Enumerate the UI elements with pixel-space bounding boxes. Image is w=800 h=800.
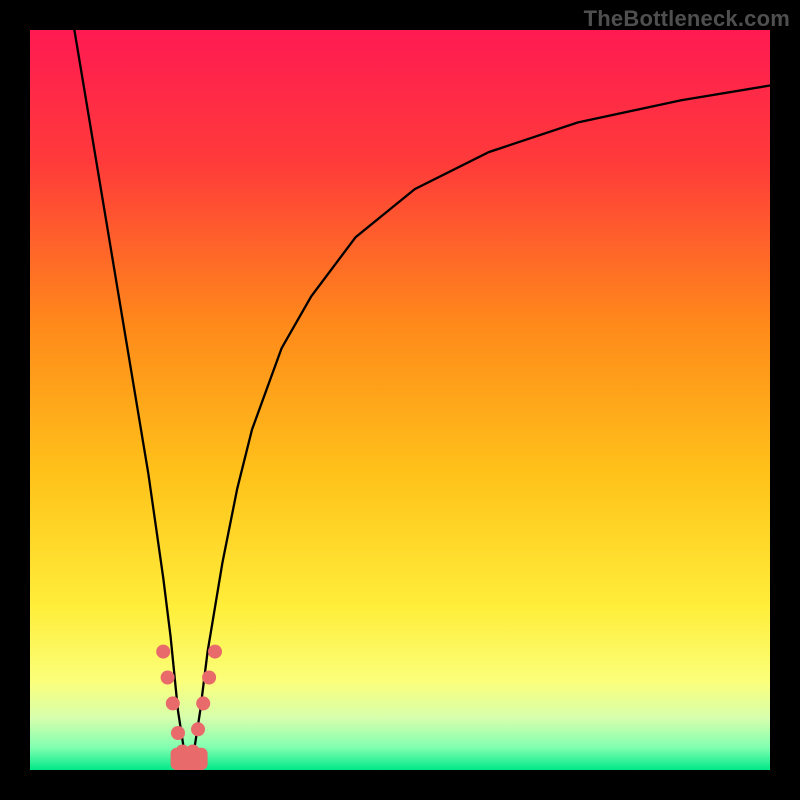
bottleneck-curve [74, 30, 770, 759]
highlight-dots [156, 645, 222, 766]
watermark-text: TheBottleneck.com [584, 6, 790, 32]
plot-area [30, 30, 770, 770]
chart-frame: TheBottleneck.com [0, 0, 800, 800]
curve-layer [30, 30, 770, 770]
